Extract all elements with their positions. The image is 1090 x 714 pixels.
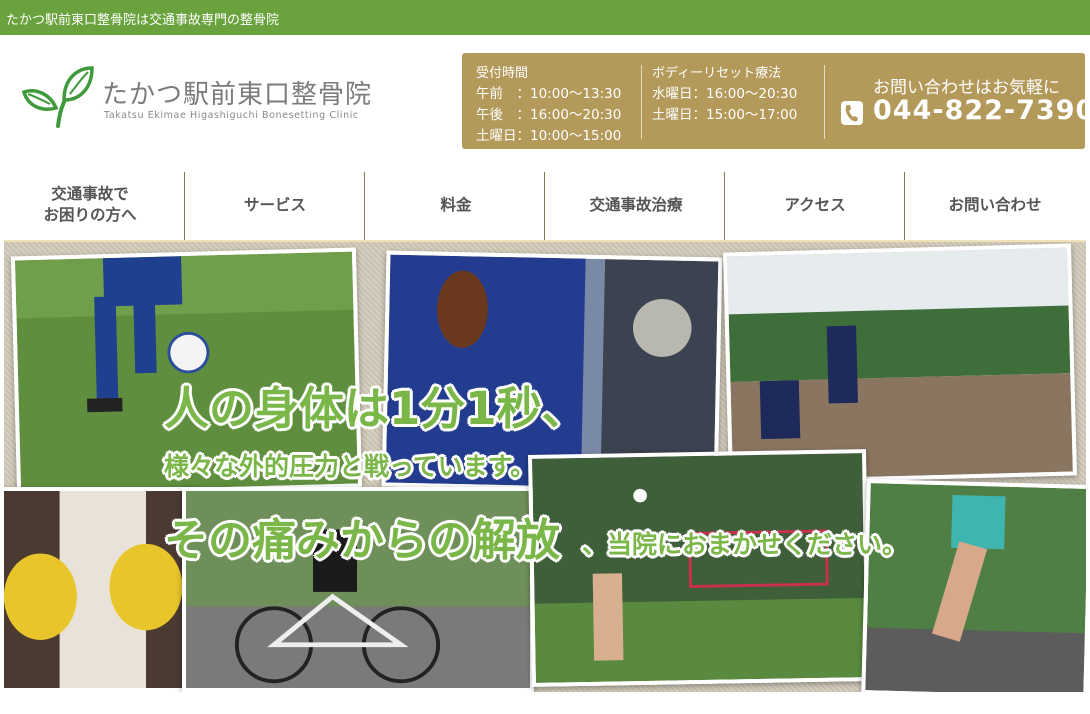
body-reset-hours: ボディーリセット療法 水曜日：16:00〜20:30 土曜日：15:00〜17:… [652, 63, 797, 126]
top-bar: たかつ駅前東口整骨院は交通事故専門の整骨院 [0, 0, 1090, 35]
nav-item-label: 料金 [440, 195, 472, 214]
info-divider [824, 65, 825, 139]
nav-item-accident-treatment[interactable]: 交通事故治療 [546, 170, 726, 240]
nav-item-label: お困りの方へ [43, 206, 137, 224]
hero-slogan-line2: 様々な外的圧力と戦っています。 [164, 452, 536, 481]
running-photo [861, 479, 1086, 692]
clinic-info-box: 受付時間 午前 ：10:00〜13:30 午後 ：16:00〜20:30 土曜日… [462, 53, 1090, 149]
reception-hours: 受付時間 午前 ：10:00〜13:30 午後 ：16:00〜20:30 土曜日… [476, 63, 621, 147]
main-nav: 交通事故でお困りの方へ サービス 料金 交通事故治療 アクセス お問い合わせ [0, 170, 1090, 240]
top-bar-text: たかつ駅前東口整骨院は交通事故専門の整骨院 [6, 13, 280, 28]
hero-banner: 人の身体は1分1秒、 様々な外的圧力と戦っています。 その痛みからの解放 、当院… [4, 240, 1086, 692]
reception-hours-row: 土曜日：10:00〜15:00 [476, 128, 622, 144]
nav-item-label: お問い合わせ [948, 195, 1042, 214]
hero-slogan-line3: その痛みからの解放 [164, 515, 560, 566]
reception-hours-row: 午後 ：16:00〜20:30 [476, 107, 622, 123]
phone-icon [841, 101, 863, 125]
site-logo[interactable]: たかつ駅前東口整骨院 Takatsu Ekimae Higashiguchi B… [20, 64, 380, 134]
hero-slogan-line1: 人の身体は1分1秒、 [164, 382, 587, 435]
nav-item-services[interactable]: サービス [185, 170, 365, 240]
leaf-logo-icon [21, 66, 94, 128]
nav-item-label: アクセス [784, 195, 846, 214]
volleyball-photo [528, 449, 870, 687]
nav-item-accident-help[interactable]: 交通事故でお困りの方へ [0, 170, 180, 240]
phone-number: 044-822-7390 [873, 95, 1090, 126]
body-reset-row: 土曜日：15:00〜17:00 [652, 107, 798, 123]
reception-hours-heading: 受付時間 [476, 66, 529, 81]
baseball-photo [723, 243, 1077, 485]
info-divider [641, 65, 642, 139]
nav-item-pricing[interactable]: 料金 [366, 170, 546, 240]
body-reset-heading: ボディーリセット療法 [652, 66, 782, 81]
reception-hours-row: 午前 ：10:00〜13:30 [476, 86, 622, 102]
logo-subtitle: Takatsu Ekimae Higashiguchi Bonesetting … [104, 110, 359, 121]
nav-item-contact[interactable]: お問い合わせ [905, 170, 1085, 240]
nav-item-label: サービス [243, 195, 306, 214]
nav-item-access[interactable]: アクセス [725, 170, 905, 240]
nav-item-label: 交通事故治療 [589, 195, 683, 214]
nav-item-label: 交通事故で [51, 185, 129, 203]
nav-divider [544, 172, 545, 240]
logo-title: たかつ駅前東口整骨院 [102, 80, 373, 110]
hero-slogan-line3-tail: 、当院におまかせください。 [582, 530, 908, 559]
body-reset-row: 水曜日：16:00〜20:30 [652, 86, 798, 102]
nav-divider [364, 172, 365, 240]
